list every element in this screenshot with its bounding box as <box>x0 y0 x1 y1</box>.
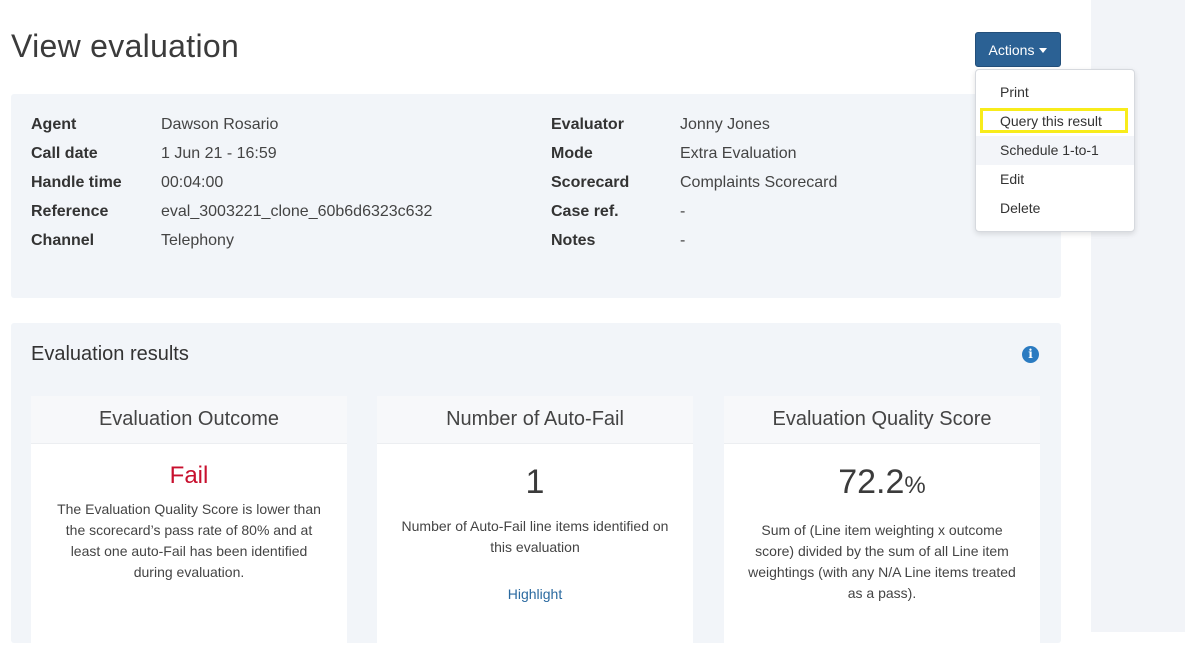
call-date-label: Call date <box>31 145 98 162</box>
reference-value: eval_3003221_clone_60b6d6323c632 <box>161 203 433 220</box>
notes-value: - <box>680 232 686 249</box>
menu-item-schedule-1-to-1[interactable]: Schedule 1-to-1 <box>976 136 1134 165</box>
evaluation-details-panel: Agent Dawson Rosario Call date 1 Jun 21 … <box>11 94 1061 298</box>
handle-time-label: Handle time <box>31 174 122 191</box>
evaluator-value: Jonny Jones <box>680 116 770 133</box>
channel-value: Telephony <box>161 232 234 249</box>
channel-label: Channel <box>31 232 95 249</box>
quality-score-unit: % <box>904 472 926 499</box>
card-header: Number of Auto-Fail <box>377 396 693 444</box>
actions-button[interactable]: Actions <box>975 32 1061 67</box>
mode-label: Mode <box>551 145 593 162</box>
evaluator-label: Evaluator <box>551 116 624 133</box>
notes-label: Notes <box>551 232 596 249</box>
outcome-description: The Evaluation Quality Score is lower th… <box>57 501 321 580</box>
call-date-value: 1 Jun 21 - 16:59 <box>161 145 277 162</box>
page-title: View evaluation <box>11 28 240 64</box>
auto-fail-description: Number of Auto-Fail line items identifie… <box>401 518 669 555</box>
mode-value: Extra Evaluation <box>680 145 797 162</box>
info-icon[interactable]: i <box>1022 346 1039 363</box>
highlight-link[interactable]: Highlight <box>508 586 562 602</box>
scorecard-label: Scorecard <box>551 174 630 191</box>
caret-down-icon <box>1039 47 1048 53</box>
quality-score-description: Sum of (Line item weighting x outcome sc… <box>748 522 1016 601</box>
quality-score-value: 72.2 <box>838 463 905 501</box>
handle-time-value: 00:04:00 <box>161 174 224 191</box>
evaluation-results-panel: Evaluation results i Evaluation Outcome … <box>11 323 1061 656</box>
agent-value: Dawson Rosario <box>161 116 279 133</box>
quality-score: 72.2% <box>744 462 1020 506</box>
actions-button-label: Actions <box>988 41 1035 58</box>
quality-score-card: Evaluation Quality Score 72.2% Sum of (L… <box>724 396 1040 656</box>
evaluation-outcome-card: Evaluation Outcome Fail The Evaluation Q… <box>31 396 347 656</box>
agent-label: Agent <box>31 116 77 133</box>
card-header: Evaluation Outcome <box>31 396 347 444</box>
menu-item-delete[interactable]: Delete <box>976 194 1134 223</box>
auto-fail-count: 1 <box>525 463 545 501</box>
menu-item-query-result[interactable]: Query this result <box>976 107 1134 136</box>
scorecard-value: Complaints Scorecard <box>680 174 838 191</box>
case-ref-value: - <box>680 203 686 220</box>
menu-item-edit[interactable]: Edit <box>976 165 1134 194</box>
results-title: Evaluation results <box>31 343 189 365</box>
menu-item-print[interactable]: Print <box>976 78 1134 107</box>
actions-menu: Print Query this result Schedule 1-to-1 … <box>975 69 1135 232</box>
card-header: Evaluation Quality Score <box>724 396 1040 444</box>
reference-label: Reference <box>31 203 109 220</box>
auto-fail-card: Number of Auto-Fail 1 Number of Auto-Fai… <box>377 396 693 656</box>
outcome-value: Fail <box>169 462 209 489</box>
case-ref-label: Case ref. <box>551 203 619 220</box>
